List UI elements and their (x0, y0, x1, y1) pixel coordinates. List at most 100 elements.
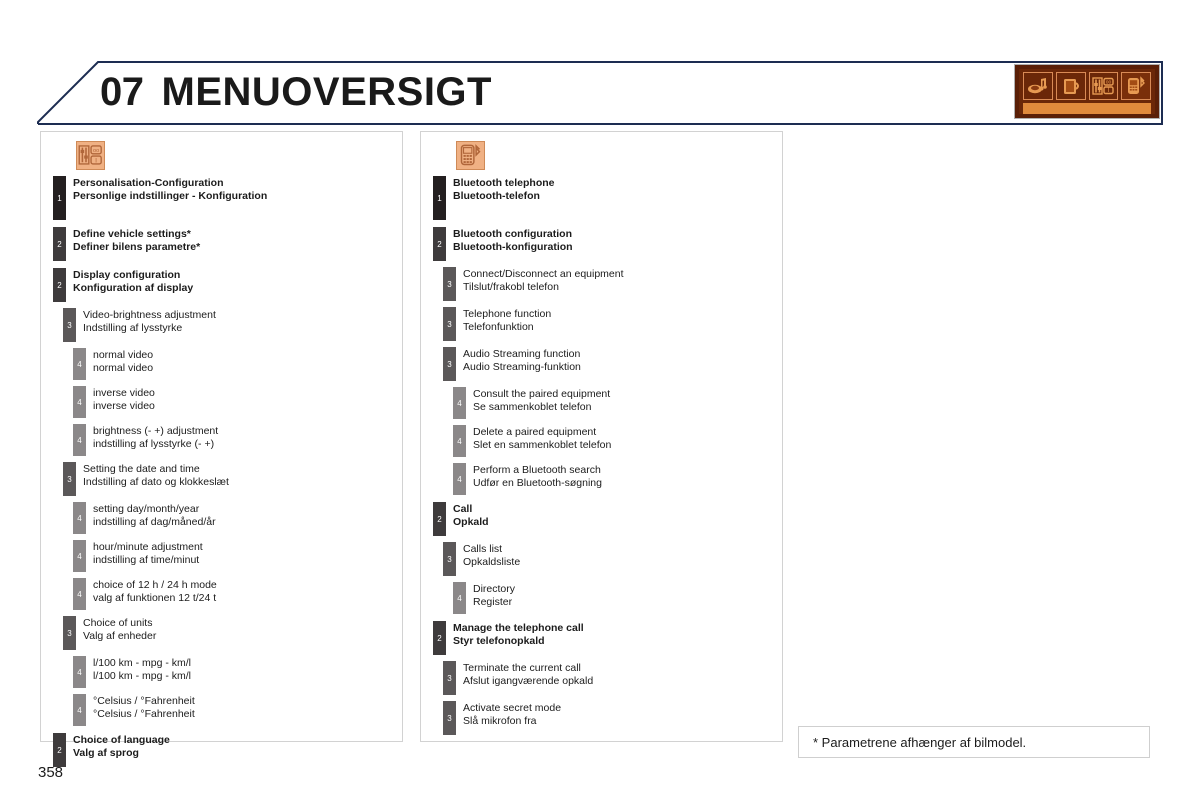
menu-row-labels: °Celsius / °Fahrenheit °Celsius / °Fahren… (86, 694, 402, 720)
menu-label-da: Register (473, 595, 513, 608)
menu-label-en: Delete a paired equipment (473, 426, 597, 438)
menu-card-bluetooth: 1 Bluetooth telephone Bluetooth-telefon 2 Bl… (420, 131, 783, 742)
menu-row[interactable]: 4 l/100 km - mpg - km/l l/100 km - mpg - k… (73, 656, 402, 688)
menu-row-labels: choice of 12 h / 24 h mode valg af funkti… (86, 578, 402, 604)
menu-row-labels: Delete a paired equipment Slet en sammenk… (466, 425, 782, 451)
page-number: 358 (38, 764, 64, 781)
menu-row[interactable]: 1 Personalisation-Configuration Personlige… (53, 176, 402, 220)
menu-row[interactable]: 4 Consult the paired equipment Se sammenko… (453, 387, 782, 419)
bluetooth-phone-glyph (1128, 76, 1146, 94)
settings-sliders-glyph: oo I (1092, 77, 1115, 95)
menu-row[interactable]: 2 Choice of language Valg af sprog (53, 733, 402, 767)
menu-row[interactable]: 3 Activate secret mode Slå mikrofon fra (443, 701, 782, 735)
menu-level-marker: 2 (53, 227, 66, 261)
menu-label-da: Valg af enheder (83, 629, 157, 642)
menu-level-marker: 2 (433, 621, 446, 655)
menu-card-personalisation: oo I 1 Personalisation-Configuration Perso… (40, 131, 403, 767)
menu-row[interactable]: 4 hour/minute adjustment indstilling af ti… (73, 540, 402, 572)
menu-row-labels: Manage the telephone call Styr telefonopk… (446, 621, 782, 647)
menu-label-da: Telefonfunktion (463, 320, 534, 333)
media-music-icon[interactable] (1023, 72, 1053, 100)
menu-label-da: Opkald (453, 515, 489, 528)
radio-cup-icon[interactable] (1055, 72, 1086, 100)
menu-label-da: normal video (93, 361, 154, 374)
menu-row[interactable]: 2 Display configuration Konfiguration af d… (53, 268, 402, 302)
menu-label-en: Manage the telephone call (453, 622, 584, 634)
menu-level-marker: 2 (53, 268, 66, 302)
menu-row-labels: Bluetooth telephone Bluetooth-telefon (446, 176, 782, 202)
menu-label-en: Video-brightness adjustment (83, 309, 216, 321)
menu-level-marker: 4 (73, 578, 86, 610)
menu-row[interactable]: 2 Call Opkald (433, 502, 782, 536)
bluetooth-phone-icon[interactable] (1121, 72, 1151, 100)
menu-row-labels: Bluetooth configuration Bluetooth-konfigu… (446, 227, 782, 253)
system-icon-strip: oo I (1014, 64, 1160, 119)
menu-row-labels: Display configuration Konfiguration af di… (66, 268, 402, 294)
menu-label-da: indstilling af time/minut (93, 553, 200, 566)
menu-row[interactable]: 4 setting day/month/year indstilling af da… (73, 502, 402, 534)
menu-row-labels: Choice of units Valg af enheder (76, 616, 402, 642)
menu-row-labels: Define vehicle settings* Definer bilens p… (66, 227, 402, 253)
menu-row[interactable]: 2 Manage the telephone call Styr telefonop… (433, 621, 782, 655)
menu-label-da: Bluetooth-telefon (453, 189, 540, 202)
menu-level-marker: 3 (63, 616, 76, 650)
menu-level-marker: 4 (73, 540, 86, 572)
menu-row-labels: hour/minute adjustment indstilling af tim… (86, 540, 402, 566)
menu-label-da: Opkaldsliste (463, 555, 521, 568)
menu-label-en: Define vehicle settings* (73, 228, 191, 240)
menu-label-da: Personlige indstillinger - Konfiguration (73, 189, 268, 202)
menu-level-marker: 3 (63, 308, 76, 342)
menu-row-labels: Personalisation-Configuration Personlige … (66, 176, 402, 202)
menu-row[interactable]: 4 Perform a Bluetooth search Udfør en Blue… (453, 463, 782, 495)
menu-row[interactable]: 4 normal video normal video (73, 348, 402, 380)
menu-level-marker: 4 (73, 348, 86, 380)
menu-label-da: Indstilling af lysstyrke (83, 321, 183, 334)
menu-row[interactable]: 4 °Celsius / °Fahrenheit °Celsius / °Fahre… (73, 694, 402, 726)
menu-label-da: °Celsius / °Fahrenheit (93, 707, 195, 720)
menu-label-en: Perform a Bluetooth search (473, 464, 601, 476)
menu-row[interactable]: 1 Bluetooth telephone Bluetooth-telefon (433, 176, 782, 220)
menu-label-da: Valg af sprog (73, 746, 139, 759)
menu-row-labels: Call Opkald (446, 502, 782, 528)
menu-row[interactable]: 4 choice of 12 h / 24 h mode valg af funkt… (73, 578, 402, 610)
menu-label-en: Bluetooth configuration (453, 228, 572, 240)
menu-row[interactable]: 3 Terminate the current call Afslut igangv… (443, 661, 782, 695)
menu-row[interactable]: 3 Choice of units Valg af enheder (63, 616, 402, 650)
menu-row[interactable]: 3 Connect/Disconnect an equipment Tilslut/… (443, 267, 782, 301)
menu-level-marker: 3 (443, 701, 456, 735)
menu-label-en: Setting the date and time (83, 463, 200, 475)
menu-row[interactable]: 4 Delete a paired equipment Slet en sammen… (453, 425, 782, 457)
icon-strip-row: oo I (1023, 72, 1151, 100)
menu-row[interactable]: 3 Setting the date and time Indstilling af… (63, 462, 402, 496)
menu-label-da: indstilling af lysstyrke (- +) (93, 437, 215, 450)
menu-row-labels: Directory Register (466, 582, 782, 608)
menu-label-en: Choice of language (73, 734, 170, 746)
menu-row[interactable]: 2 Bluetooth configuration Bluetooth-konfig… (433, 227, 782, 261)
menu-row[interactable]: 3 Calls list Opkaldsliste (443, 542, 782, 576)
menu-level-marker: 4 (453, 387, 466, 419)
menu-row[interactable]: 4 brightness (- +) adjustment indstilling … (73, 424, 402, 456)
settings-sliders-icon[interactable]: oo I (1088, 72, 1119, 100)
menu-row-labels: Choice of language Valg af sprog (66, 733, 402, 759)
menu-level-marker: 4 (73, 694, 86, 726)
menu-row[interactable]: 2 Define vehicle settings* Definer bilens … (53, 227, 402, 261)
menu-label-en: Bluetooth telephone (453, 177, 555, 189)
menu-label-en: Audio Streaming function (463, 348, 581, 360)
menu-level-marker: 3 (443, 661, 456, 695)
menu-row-labels: Connect/Disconnect an equipment Tilslut/f… (456, 267, 782, 293)
menu-row[interactable]: 3 Video-brightness adjustment Indstilling … (63, 308, 402, 342)
menu-row[interactable]: 3 Audio Streaming function Audio Streaming… (443, 347, 782, 381)
menu-label-da: indstilling af dag/måned/år (93, 515, 216, 528)
menu-level-marker: 4 (73, 424, 86, 456)
menu-label-en: Directory (473, 583, 516, 595)
menu-label-da: Slet en sammenkoblet telefon (473, 438, 612, 451)
icon-strip-accent-bar (1023, 103, 1151, 114)
menu-label-en: Choice of units (83, 617, 153, 629)
menu-row[interactable]: 4 inverse video inverse video (73, 386, 402, 418)
svg-text:oo: oo (1106, 79, 1112, 85)
menu-label-da: Indstilling af dato og klokkeslæt (83, 475, 229, 488)
menu-row[interactable]: 3 Telephone function Telefonfunktion (443, 307, 782, 341)
menu-label-en: inverse video (93, 387, 155, 399)
menu-row[interactable]: 4 Directory Register (453, 582, 782, 614)
menu-label-da: valg af funktionen 12 t/24 t (93, 591, 217, 604)
